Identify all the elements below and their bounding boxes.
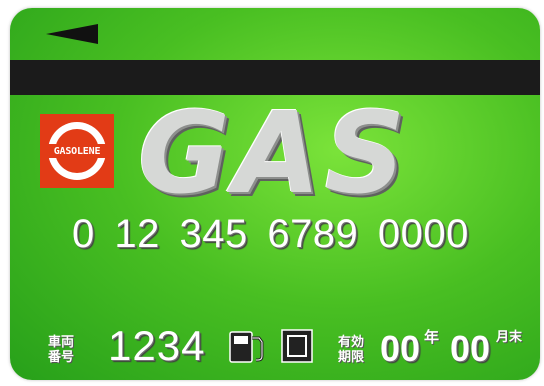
vehicle-number-label: 車両 番号 bbox=[48, 334, 74, 364]
expiry-year: 00 bbox=[380, 328, 421, 369]
fuel-card: GASOLENE GAS 0 12 345 6789 0000 車両 番号 12… bbox=[10, 8, 540, 380]
expiry-label-line2: 期限 bbox=[338, 349, 365, 364]
expiry-month: 00 bbox=[450, 328, 491, 369]
square-icon bbox=[281, 329, 313, 363]
brand-logo: GASOLENE bbox=[40, 114, 114, 188]
card-title: GAS bbox=[138, 89, 410, 219]
vehicle-label-line1: 車両 bbox=[48, 334, 75, 349]
vehicle-number: 1234 bbox=[108, 322, 206, 369]
expiry-label: 有効 期限 bbox=[338, 334, 364, 364]
arrow-left-icon bbox=[46, 24, 98, 44]
expiry-label-line1: 有効 bbox=[338, 334, 365, 349]
card-number: 0 12 345 6789 0000 bbox=[72, 212, 469, 256]
brand-logo-text: GASOLENE bbox=[53, 145, 101, 157]
fuel-pump-icon bbox=[229, 331, 264, 363]
year-unit: 年 bbox=[424, 329, 440, 346]
vehicle-label-line2: 番号 bbox=[48, 349, 75, 364]
month-unit: 月末 bbox=[496, 329, 523, 344]
